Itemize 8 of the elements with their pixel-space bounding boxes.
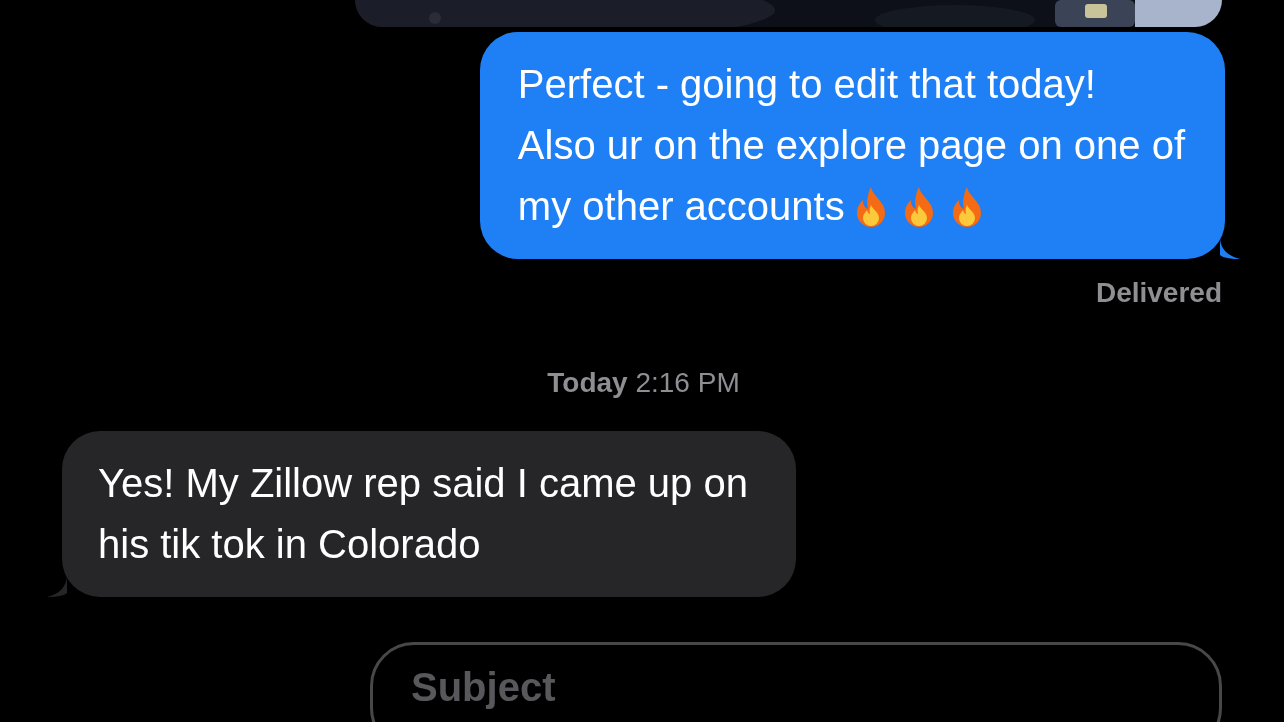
message-line: Also ur on the explore page on one of bbox=[517, 122, 1185, 169]
message-line: his tik tok in Colorado bbox=[98, 521, 481, 568]
message-line: Yes! My Zillow rep said I came up on bbox=[98, 460, 748, 507]
timestamp: Today 2:16 PM bbox=[547, 367, 740, 399]
delivery-status: Delivered bbox=[1095, 277, 1222, 309]
message-line: Perfect - going to edit that today! bbox=[517, 61, 1097, 108]
subject-field[interactable]: Subject bbox=[370, 642, 1222, 722]
message-line: my other accounts bbox=[517, 183, 845, 230]
